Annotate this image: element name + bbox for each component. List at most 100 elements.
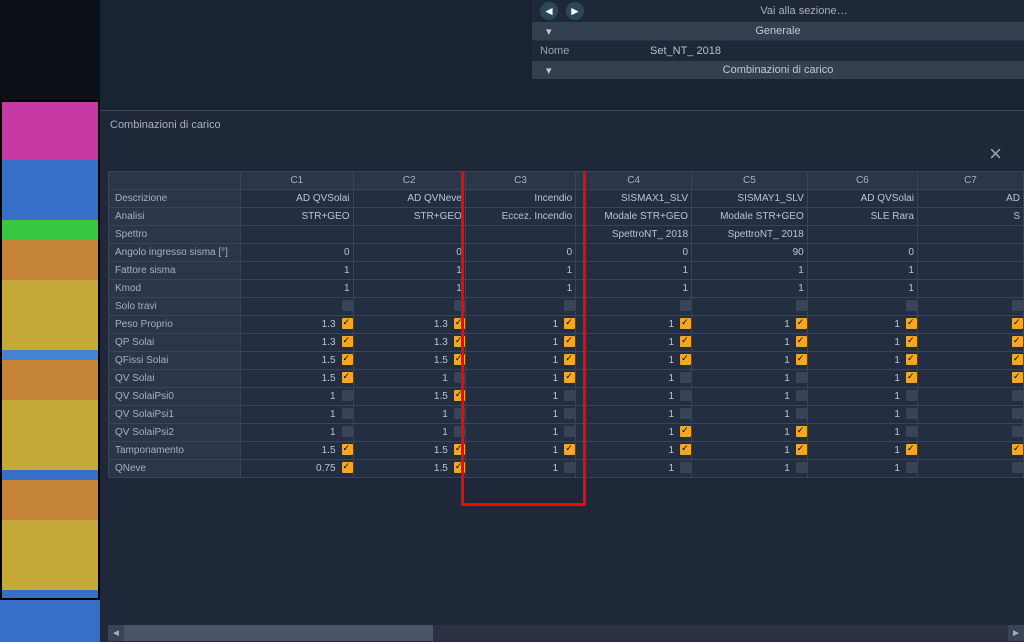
cell-descr-C2[interactable]: AD QVNeve <box>353 190 465 208</box>
cell-angolo-C7[interactable] <box>917 244 1023 262</box>
cell-qv-C3[interactable]: 1 <box>465 370 575 388</box>
checkbox-tamp-C7[interactable] <box>1012 444 1023 455</box>
cell-spettro-C4[interactable]: SpettroNT_ 2018 <box>576 226 692 244</box>
scroll-thumb[interactable] <box>124 625 433 641</box>
cell-angolo-C6[interactable]: 0 <box>807 244 917 262</box>
cell-qvpsi0-C2[interactable]: 1.5 <box>353 388 465 406</box>
cell-qvpsi2-C1[interactable]: 1 <box>241 424 353 442</box>
checkbox-solotravi-C4[interactable] <box>680 300 691 311</box>
cell-qv-C5[interactable]: 1 <box>692 370 808 388</box>
cell-qp-C2[interactable]: 1.3 <box>353 334 465 352</box>
scroll-track[interactable] <box>124 625 1008 641</box>
cell-qv-C1[interactable]: 1.5 <box>241 370 353 388</box>
cell-qvpsi0-C3[interactable]: 1 <box>465 388 575 406</box>
cell-qvpsi0-C1[interactable]: 1 <box>241 388 353 406</box>
checkbox-qvpsi0-C4[interactable] <box>680 390 691 401</box>
cell-qv-C2[interactable]: 1 <box>353 370 465 388</box>
checkbox-solotravi-C6[interactable] <box>906 300 917 311</box>
cell-qvpsi1-C2[interactable]: 1 <box>353 406 465 424</box>
cell-qvpsi0-C6[interactable]: 1 <box>807 388 917 406</box>
cell-qvpsi1-C6[interactable]: 1 <box>807 406 917 424</box>
prop-name-value[interactable]: Set_NT_ 2018 <box>640 45 721 57</box>
cell-descr-C7[interactable]: AD <box>917 190 1023 208</box>
cell-analisi-C4[interactable]: Modale STR+GEO <box>576 208 692 226</box>
checkbox-qv-C6[interactable] <box>906 372 917 383</box>
cell-qvpsi0-C5[interactable]: 1 <box>692 388 808 406</box>
checkbox-qvpsi1-C4[interactable] <box>680 408 691 419</box>
cell-qv-C4[interactable]: 1 <box>576 370 692 388</box>
checkbox-tamp-C1[interactable] <box>342 444 353 455</box>
cell-qvpsi1-C3[interactable]: 1 <box>465 406 575 424</box>
cell-qneve-C7[interactable] <box>917 460 1023 478</box>
cell-spettro-C3[interactable] <box>465 226 575 244</box>
checkbox-qfissi-C5[interactable] <box>796 354 807 365</box>
column-header-C6[interactable]: C6 <box>807 172 917 190</box>
checkbox-qvpsi1-C3[interactable] <box>564 408 575 419</box>
cell-angolo-C1[interactable]: 0 <box>241 244 353 262</box>
close-button[interactable]: × <box>989 141 1002 167</box>
checkbox-qfissi-C2[interactable] <box>454 354 465 365</box>
scroll-left-arrow[interactable]: ◄ <box>108 625 124 641</box>
cell-tamp-C5[interactable]: 1 <box>692 442 808 460</box>
checkbox-peso-C7[interactable] <box>1012 318 1023 329</box>
cell-analisi-C2[interactable]: STR+GEO <box>353 208 465 226</box>
cell-spettro-C7[interactable] <box>917 226 1023 244</box>
cell-solotravi-C3[interactable] <box>465 298 575 316</box>
cell-tamp-C4[interactable]: 1 <box>576 442 692 460</box>
checkbox-qneve-C4[interactable] <box>680 462 691 473</box>
cell-spettro-C5[interactable]: SpettroNT_ 2018 <box>692 226 808 244</box>
cell-fattore-C2[interactable]: 1 <box>353 262 465 280</box>
cell-qp-C4[interactable]: 1 <box>576 334 692 352</box>
cell-qvpsi2-C6[interactable]: 1 <box>807 424 917 442</box>
cell-qfissi-C1[interactable]: 1.5 <box>241 352 353 370</box>
cell-qvpsi1-C5[interactable]: 1 <box>692 406 808 424</box>
checkbox-qvpsi0-C3[interactable] <box>564 390 575 401</box>
cell-kmod-C1[interactable]: 1 <box>241 280 353 298</box>
checkbox-qneve-C2[interactable] <box>454 462 465 473</box>
cell-fattore-C1[interactable]: 1 <box>241 262 353 280</box>
cell-fattore-C6[interactable]: 1 <box>807 262 917 280</box>
cell-spettro-C6[interactable] <box>807 226 917 244</box>
checkbox-solotravi-C5[interactable] <box>796 300 807 311</box>
checkbox-qfissi-C1[interactable] <box>342 354 353 365</box>
cell-descr-C5[interactable]: SISMAY1_SLV <box>692 190 808 208</box>
cell-qvpsi1-C4[interactable]: 1 <box>576 406 692 424</box>
checkbox-tamp-C2[interactable] <box>454 444 465 455</box>
checkbox-qvpsi2-C6[interactable] <box>906 426 917 437</box>
checkbox-qneve-C3[interactable] <box>564 462 575 473</box>
checkbox-qneve-C1[interactable] <box>342 462 353 473</box>
cell-qneve-C6[interactable]: 1 <box>807 460 917 478</box>
cell-qfissi-C3[interactable]: 1 <box>465 352 575 370</box>
cell-qvpsi1-C1[interactable]: 1 <box>241 406 353 424</box>
cell-solotravi-C1[interactable] <box>241 298 353 316</box>
checkbox-qv-C1[interactable] <box>342 372 353 383</box>
checkbox-qp-C3[interactable] <box>564 336 575 347</box>
cell-peso-C7[interactable] <box>917 316 1023 334</box>
cell-qvpsi2-C2[interactable]: 1 <box>353 424 465 442</box>
checkbox-qv-C5[interactable] <box>796 372 807 383</box>
column-header-C5[interactable]: C5 <box>692 172 808 190</box>
checkbox-qp-C5[interactable] <box>796 336 807 347</box>
cell-qvpsi0-C4[interactable]: 1 <box>576 388 692 406</box>
cell-kmod-C4[interactable]: 1 <box>576 280 692 298</box>
column-header-C3[interactable]: C3 <box>465 172 575 190</box>
nav-goto-label[interactable]: Vai alla sezione… <box>584 5 1024 17</box>
checkbox-qp-C1[interactable] <box>342 336 353 347</box>
checkbox-qv-C3[interactable] <box>564 372 575 383</box>
cell-tamp-C6[interactable]: 1 <box>807 442 917 460</box>
nav-back-button[interactable]: ◄ <box>540 2 558 20</box>
checkbox-qvpsi1-C1[interactable] <box>342 408 353 419</box>
cell-qvpsi2-C5[interactable]: 1 <box>692 424 808 442</box>
column-header-C1[interactable]: C1 <box>241 172 353 190</box>
cell-qfissi-C5[interactable]: 1 <box>692 352 808 370</box>
checkbox-qvpsi0-C7[interactable] <box>1012 390 1023 401</box>
cell-kmod-C5[interactable]: 1 <box>692 280 808 298</box>
cell-qneve-C1[interactable]: 0.75 <box>241 460 353 478</box>
checkbox-qvpsi0-C2[interactable] <box>454 390 465 401</box>
checkbox-qneve-C5[interactable] <box>796 462 807 473</box>
cell-qfissi-C7[interactable] <box>917 352 1023 370</box>
cell-qvpsi2-C3[interactable]: 1 <box>465 424 575 442</box>
cell-tamp-C7[interactable] <box>917 442 1023 460</box>
checkbox-qvpsi1-C5[interactable] <box>796 408 807 419</box>
checkbox-qvpsi2-C2[interactable] <box>454 426 465 437</box>
